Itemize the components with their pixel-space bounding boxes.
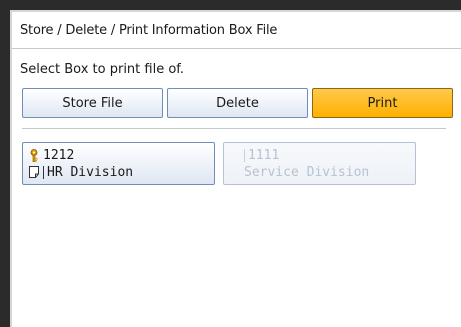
box-file-panel: Store / Delete / Print Information Box F… bbox=[10, 10, 461, 327]
box-name: Service Division bbox=[244, 164, 370, 180]
key-icon bbox=[27, 148, 41, 162]
box-number: 1111 bbox=[248, 147, 280, 163]
separator-bar bbox=[244, 148, 245, 162]
print-button[interactable]: Print bbox=[312, 88, 453, 118]
screen-title: Store / Delete / Print Information Box F… bbox=[12, 12, 461, 49]
store-file-button[interactable]: Store File bbox=[22, 88, 163, 118]
instruction-text: Select Box to print file of. bbox=[20, 62, 185, 77]
document-icon bbox=[27, 166, 41, 178]
separator-bar bbox=[43, 165, 44, 179]
divider bbox=[22, 128, 446, 129]
box-list: 1212 HR Division 1111 Service Division bbox=[22, 142, 416, 185]
box-number: 1212 bbox=[43, 147, 75, 163]
box-1111-button[interactable]: 1111 Service Division bbox=[223, 142, 416, 185]
delete-button[interactable]: Delete bbox=[167, 88, 308, 118]
box-name: HR Division bbox=[47, 164, 134, 180]
mode-tabs: Store File Delete Print bbox=[22, 88, 453, 118]
box-1212-button[interactable]: 1212 HR Division bbox=[22, 142, 215, 185]
